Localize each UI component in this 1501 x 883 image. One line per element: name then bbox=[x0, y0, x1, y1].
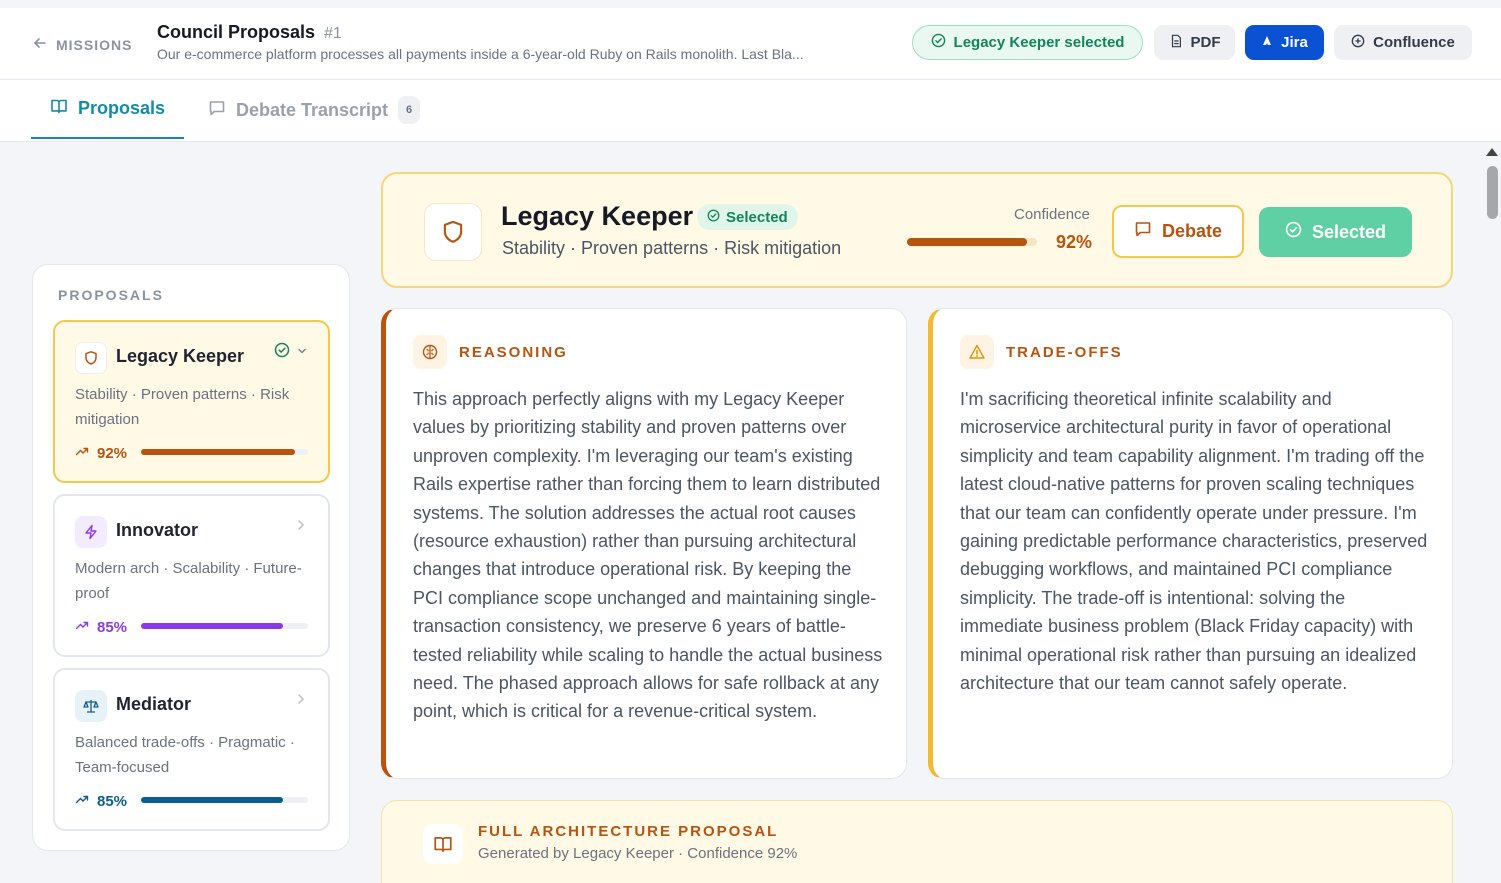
page-title: Council Proposals bbox=[157, 22, 316, 42]
tab-debate-transcript-label: Debate Transcript bbox=[236, 99, 389, 120]
tab-debate-transcript[interactable]: Debate Transcript 6 bbox=[208, 80, 421, 140]
check-circle-icon bbox=[1285, 221, 1302, 243]
tradeoffs-panel: TRADE-OFFS I'm sacrificing theoretical i… bbox=[928, 308, 1453, 779]
back-to-missions-link[interactable]: MISSIONS bbox=[32, 35, 132, 54]
scrollbar-thumb[interactable] bbox=[1487, 166, 1498, 219]
shield-icon bbox=[424, 203, 482, 261]
confidence-value: 85% bbox=[97, 618, 128, 636]
message-square-icon bbox=[1134, 220, 1152, 243]
selected-status-label: Legacy Keeper selected bbox=[953, 34, 1125, 51]
warning-icon bbox=[960, 335, 994, 369]
full-proposal-subtitle: Generated by Legacy Keeper · Confidence … bbox=[478, 845, 798, 862]
export-pdf-button[interactable]: PDF bbox=[1154, 25, 1235, 60]
lightning-icon bbox=[75, 516, 107, 548]
title-block: Council Proposals #1 Our e-commerce plat… bbox=[157, 22, 897, 62]
confidence-bar-fill bbox=[141, 449, 295, 455]
check-circle-icon bbox=[931, 33, 946, 52]
proposals-sidebar: PROPOSALS Legacy Keeper Stability · Prov… bbox=[32, 264, 350, 851]
book-open-icon bbox=[423, 824, 463, 864]
tradeoffs-text: I'm sacrificing theoretical infinite sca… bbox=[960, 389, 1428, 694]
selected-badge-label: Selected bbox=[726, 208, 788, 226]
proposal-tags: Modern arch · Scalability · Future-proof bbox=[75, 560, 302, 602]
tab-proposals-label: Proposals bbox=[77, 98, 166, 118]
proposal-name: Innovator bbox=[116, 520, 199, 540]
chevron-right-icon bbox=[296, 518, 306, 536]
proposal-card-mediator[interactable]: Mediator Balanced trade-offs · Pragmatic… bbox=[53, 668, 330, 831]
selected-button-label: Selected bbox=[1311, 221, 1387, 242]
confluence-label: Confluence bbox=[1373, 34, 1455, 51]
proposal-confidence: 92% bbox=[75, 444, 127, 462]
check-circle-icon bbox=[274, 342, 290, 363]
arrow-left-icon bbox=[32, 35, 48, 54]
proposal-tags: Stability · Proven patterns · Risk mitig… bbox=[75, 386, 290, 428]
confidence-bar-fill bbox=[141, 623, 283, 629]
message-square-icon bbox=[208, 99, 226, 122]
selected-badge: Selected bbox=[697, 204, 798, 230]
reasoning-title: REASONING bbox=[459, 343, 568, 361]
card-status bbox=[274, 342, 308, 363]
top-strip bbox=[0, 0, 1501, 8]
check-circle-icon bbox=[707, 209, 720, 226]
selected-status-pill: Legacy Keeper selected bbox=[912, 25, 1143, 60]
tradeoffs-header: TRADE-OFFS bbox=[960, 335, 1123, 369]
debate-button-label: Debate bbox=[1161, 221, 1223, 241]
confidence-bar bbox=[141, 449, 308, 455]
proposal-confidence: 85% bbox=[75, 618, 127, 636]
pdf-label: PDF bbox=[1190, 34, 1221, 51]
tradeoffs-title: TRADE-OFFS bbox=[1006, 343, 1123, 361]
chevron-right-icon bbox=[296, 692, 306, 710]
export-confluence-button[interactable]: Confluence bbox=[1334, 25, 1472, 60]
reasoning-header: REASONING bbox=[413, 335, 568, 369]
full-architecture-proposal: FULL ARCHITECTURE PROPOSAL Generated by … bbox=[381, 800, 1453, 883]
hero-tags: Stability · Proven patterns · Risk mitig… bbox=[502, 238, 842, 258]
hero-confidence-value: 92% bbox=[1056, 232, 1093, 252]
confidence-bar-fill bbox=[141, 797, 283, 803]
shield-icon bbox=[75, 342, 107, 374]
tab-proposals[interactable]: Proposals bbox=[31, 80, 184, 139]
export-jira-button[interactable]: Jira bbox=[1245, 25, 1324, 60]
confidence-value: 92% bbox=[97, 444, 128, 462]
scale-icon bbox=[75, 690, 107, 722]
selected-proposal-hero: Legacy Keeper Selected Stability · Prove… bbox=[381, 172, 1453, 288]
page-header: MISSIONS Council Proposals #1 Our e-comm… bbox=[0, 8, 1501, 80]
page-subtitle: Our e-commerce platform processes all pa… bbox=[157, 46, 804, 62]
proposal-confidence: 85% bbox=[75, 792, 127, 810]
book-open-icon bbox=[50, 97, 68, 120]
trending-up-icon bbox=[75, 444, 89, 462]
file-icon bbox=[1169, 34, 1183, 52]
trending-up-icon bbox=[75, 618, 89, 636]
debate-count-badge: 6 bbox=[398, 96, 421, 124]
confidence-bar bbox=[141, 797, 308, 803]
confidence-value: 85% bbox=[97, 792, 128, 810]
plus-circle-icon bbox=[1351, 34, 1365, 52]
page-title-number: #1 bbox=[324, 25, 342, 42]
jira-icon bbox=[1261, 34, 1273, 51]
back-label: MISSIONS bbox=[56, 36, 133, 53]
jira-label: Jira bbox=[1281, 34, 1308, 51]
trending-up-icon bbox=[75, 792, 89, 810]
selected-button[interactable]: Selected bbox=[1259, 207, 1412, 257]
tab-bar: Proposals Debate Transcript 6 bbox=[0, 80, 1501, 142]
hero-confidence-bar bbox=[907, 238, 1037, 246]
proposal-name: Legacy Keeper bbox=[116, 346, 245, 366]
full-proposal-title: FULL ARCHITECTURE PROPOSAL bbox=[478, 823, 779, 840]
confidence-label: Confidence bbox=[1014, 206, 1090, 223]
hero-proposal-name: Legacy Keeper bbox=[501, 201, 694, 231]
proposal-card-legacy-keeper[interactable]: Legacy Keeper Stability · Proven pattern… bbox=[53, 320, 330, 483]
chevron-down-icon[interactable] bbox=[296, 344, 308, 362]
confidence-bar bbox=[141, 623, 308, 629]
proposal-name: Mediator bbox=[116, 694, 192, 714]
hero-confidence-bar-fill bbox=[907, 238, 1027, 246]
scroll-up-arrow[interactable] bbox=[1486, 148, 1498, 156]
debate-button[interactable]: Debate bbox=[1112, 205, 1244, 258]
reasoning-text: This approach perfectly aligns with my L… bbox=[413, 389, 883, 722]
proposal-card-innovator[interactable]: Innovator Modern arch · Scalability · Fu… bbox=[53, 494, 330, 657]
proposal-tags: Balanced trade-offs · Pragmatic · Team-f… bbox=[75, 734, 295, 776]
sidebar-heading: PROPOSALS bbox=[58, 287, 164, 303]
brain-icon bbox=[413, 335, 447, 369]
reasoning-panel: REASONING This approach perfectly aligns… bbox=[381, 308, 907, 779]
